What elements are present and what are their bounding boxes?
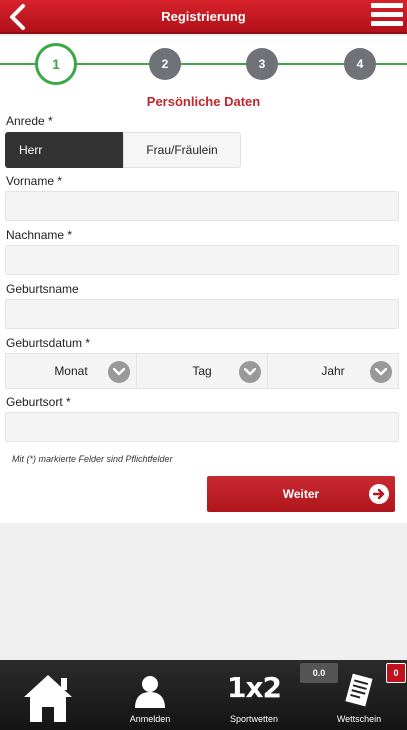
geburtsort-input[interactable] (6, 413, 398, 441)
balance-badge: 0.0 (300, 663, 338, 683)
day-select[interactable]: Tag (137, 354, 268, 388)
nav-login-label: Anmelden (129, 714, 171, 724)
nachname-label: Nachname * (6, 228, 73, 242)
salutation-label: Anrede * (6, 114, 53, 128)
geburtsort-field-wrap (5, 412, 399, 442)
geburtsort-label: Geburtsort * (6, 395, 71, 409)
betslip-count-badge: 0 (386, 663, 406, 683)
nachname-input[interactable] (6, 246, 398, 274)
geburtsname-input[interactable] (6, 300, 398, 328)
sports-1x2-logo: 1x2 (226, 671, 282, 704)
vorname-field-wrap (5, 191, 399, 221)
step-4: 4 (344, 48, 376, 80)
nav-sports[interactable]: 1x2 Sportwetten (218, 660, 290, 730)
chevron-down-icon (239, 361, 261, 383)
step-3: 3 (246, 48, 278, 80)
continue-button-label: Weiter (282, 487, 320, 501)
nachname-field-wrap (5, 245, 399, 275)
step-2: 2 (149, 48, 181, 80)
nav-sports-label: Sportwetten (229, 714, 279, 724)
month-select[interactable]: Monat (6, 354, 137, 388)
nav-login[interactable]: Anmelden (118, 660, 182, 730)
required-hint: Mit (*) markierte Felder sind Pflichtfel… (12, 454, 173, 464)
day-select-value: Tag (192, 364, 212, 378)
step-indicator: 1 2 3 4 (0, 36, 407, 94)
arrow-right-icon (369, 484, 389, 504)
nav-home[interactable] (18, 660, 78, 730)
birthdate-label: Geburtsdatum * (6, 336, 91, 350)
step-1: 1 (35, 43, 77, 85)
hamburger-icon (371, 3, 403, 8)
salutation-option-frau[interactable]: Frau/Fräulein (123, 132, 241, 168)
geburtsname-field-wrap (5, 299, 399, 329)
year-select[interactable]: Jahr (268, 354, 398, 388)
month-select-value: Monat (54, 364, 88, 378)
vorname-label: Vorname * (6, 174, 63, 188)
app-header: Registrierung (0, 0, 407, 34)
nav-betslip-label: Wettschein (336, 714, 382, 724)
bottom-nav: Anmelden 1x2 Sportwetten Wettschein (0, 660, 407, 730)
birthdate-selects: Monat Tag Jahr (5, 353, 399, 389)
vorname-input[interactable] (6, 192, 398, 220)
salutation-toggle: Herr Frau/Fräulein (5, 132, 241, 168)
year-select-value: Jahr (321, 364, 345, 378)
geburtsname-label: Geburtsname (6, 282, 79, 296)
registration-form: 1 2 3 4 Persönliche Daten Anrede * Herr … (0, 36, 407, 523)
continue-button[interactable]: Weiter (207, 476, 395, 512)
user-icon (135, 676, 165, 708)
salutation-option-herr[interactable]: Herr (5, 132, 123, 168)
chevron-down-icon (108, 361, 130, 383)
chevron-down-icon (370, 361, 392, 383)
page-title: Registrierung (161, 9, 246, 24)
betslip-icon (343, 672, 375, 708)
menu-button[interactable] (371, 3, 403, 31)
home-icon (24, 675, 72, 722)
section-title: Persönliche Daten (146, 94, 261, 109)
